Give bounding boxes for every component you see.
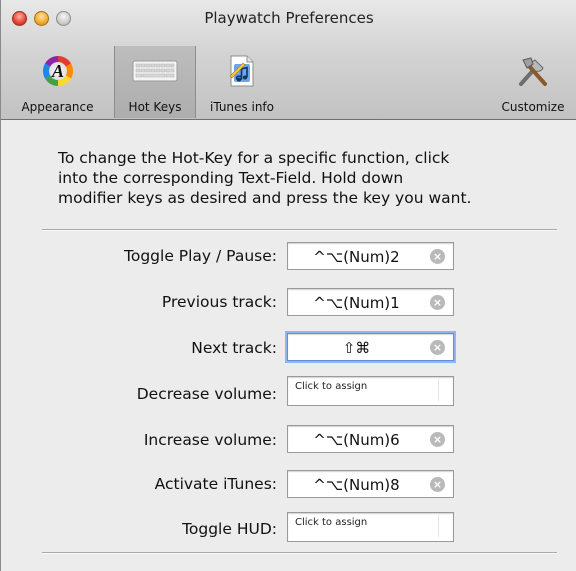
toolbar-label-hot-keys: Hot Keys bbox=[128, 100, 182, 114]
hotkey-value: ^⌥(Num)6 bbox=[313, 431, 400, 449]
hotkey-value: ^⌥(Num)1 bbox=[313, 294, 400, 312]
preferences-window: Playwatch Preferences A Appearance Hot K… bbox=[0, 0, 576, 571]
label-toggle-play-pause: Toggle Play / Pause: bbox=[124, 247, 277, 265]
clear-field-icon[interactable]: × bbox=[430, 249, 445, 264]
hotkey-field-increase-volume[interactable]: ^⌥(Num)6 × bbox=[287, 425, 454, 453]
hot-keys-pane: To change the Hot-Key for a specific fun… bbox=[1, 120, 576, 571]
hotkey-field-previous-track[interactable]: ^⌥(Num)1 × bbox=[287, 288, 454, 316]
toolbar-item-customize[interactable]: Customize bbox=[489, 46, 576, 118]
svg-text:A: A bbox=[50, 61, 63, 81]
tools-icon bbox=[519, 57, 547, 86]
bottom-divider bbox=[42, 552, 557, 554]
appearance-icon: A bbox=[42, 55, 73, 86]
hotkey-placeholder: Click to assign bbox=[295, 381, 368, 392]
toolbar-item-hot-keys[interactable]: Hot Keys bbox=[114, 46, 196, 118]
label-next-track: Next track: bbox=[191, 339, 277, 357]
instructions-line: To change the Hot-Key for a specific fun… bbox=[58, 149, 450, 167]
window-title: Playwatch Preferences bbox=[204, 9, 374, 27]
keyboard-icon bbox=[132, 60, 178, 82]
top-divider bbox=[42, 229, 557, 231]
field-divider bbox=[438, 379, 439, 401]
clear-field-icon[interactable]: × bbox=[430, 295, 445, 310]
hotkey-placeholder: Click to assign bbox=[295, 517, 368, 528]
instructions-text: To change the Hot-Key for a specific fun… bbox=[58, 148, 568, 208]
hotkey-field-toggle-hud[interactable]: Click to assign bbox=[287, 512, 454, 542]
toolbar-item-itunes-info[interactable]: iTunes info bbox=[196, 46, 288, 118]
hotkey-field-next-track[interactable]: ⇧⌘ × bbox=[287, 333, 454, 361]
clear-field-icon[interactable]: × bbox=[430, 432, 445, 447]
label-decrease-volume: Decrease volume: bbox=[136, 385, 277, 403]
title-toolbar: Playwatch Preferences A Appearance Hot K… bbox=[1, 0, 576, 120]
clear-field-icon[interactable]: × bbox=[430, 340, 445, 355]
label-toggle-hud: Toggle HUD: bbox=[182, 520, 277, 538]
instructions-line: into the corresponding Text-Field. Hold … bbox=[58, 169, 404, 187]
hotkey-field-activate-itunes[interactable]: ^⌥(Num)8 × bbox=[287, 470, 454, 498]
hotkey-value: ⇧⌘ bbox=[342, 339, 371, 357]
instructions-line: modifier keys as desired and press the k… bbox=[58, 189, 472, 207]
hotkey-field-decrease-volume[interactable]: Click to assign bbox=[287, 376, 454, 406]
label-previous-track: Previous track: bbox=[161, 293, 277, 311]
toolbar-label-customize: Customize bbox=[501, 100, 565, 114]
label-increase-volume: Increase volume: bbox=[143, 431, 277, 449]
itunes-document-icon bbox=[229, 55, 254, 87]
toolbar-label-itunes-info: iTunes info bbox=[209, 100, 274, 114]
toolbar-item-appearance[interactable]: A Appearance bbox=[1, 46, 114, 118]
hotkey-value: ^⌥(Num)8 bbox=[313, 476, 400, 494]
clear-field-icon[interactable]: × bbox=[430, 477, 445, 492]
field-divider bbox=[438, 515, 439, 537]
hotkey-field-toggle-play-pause[interactable]: ^⌥(Num)2 × bbox=[287, 242, 454, 270]
toolbar-label-appearance: Appearance bbox=[21, 100, 94, 114]
label-activate-itunes: Activate iTunes: bbox=[154, 475, 277, 493]
hotkey-value: ^⌥(Num)2 bbox=[313, 248, 400, 266]
